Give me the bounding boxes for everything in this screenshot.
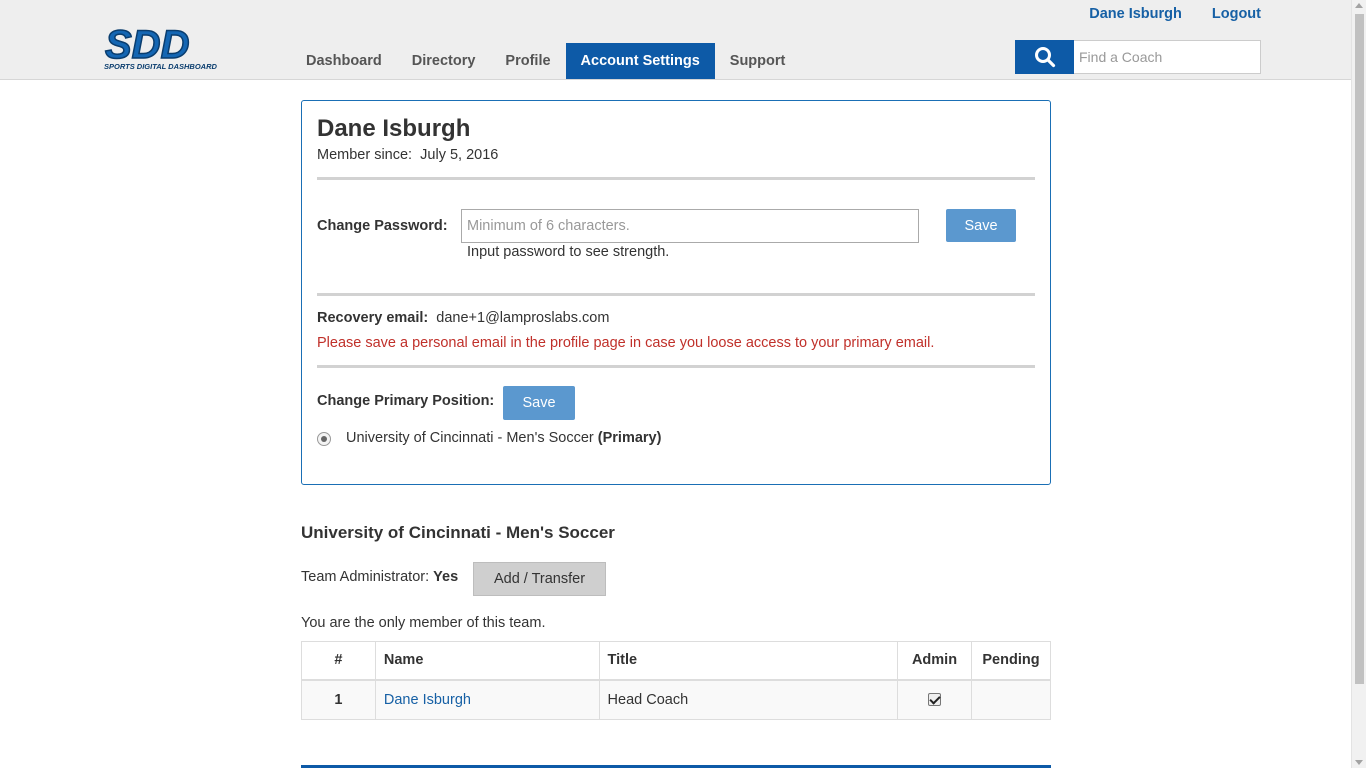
logo-letters: SDD [105, 24, 189, 67]
column-header-pending: Pending [970, 641, 1052, 681]
team-admin-status: Team Administrator: Yes [301, 569, 458, 585]
member-admin-cell [897, 679, 972, 720]
password-input[interactable] [461, 209, 919, 243]
recovery-email-label: Recovery email: [317, 310, 429, 326]
add-transfer-button[interactable]: Add / Transfer [473, 562, 606, 596]
position-name: University of Cincinnati - Men's Soccer [346, 430, 594, 446]
member-since-label: Member since: [317, 147, 413, 163]
nav-directory[interactable]: Directory [397, 43, 491, 79]
user-links: Dane Isburgh Logout [1089, 6, 1261, 22]
nav-account-settings[interactable]: Account Settings [565, 43, 715, 79]
column-header-title: Title [598, 641, 899, 681]
column-header-name: Name [374, 641, 600, 681]
nav-support[interactable]: Support [715, 43, 801, 79]
nav-profile[interactable]: Profile [490, 43, 565, 79]
page-scrollbar[interactable] [1351, 0, 1366, 768]
recovery-email-value: dane+1@lamproslabs.com [436, 310, 610, 326]
column-header-number: # [301, 641, 376, 681]
team-admin-value: Yes [433, 569, 459, 585]
save-position-button[interactable]: Save [503, 386, 575, 420]
divider [317, 293, 1035, 296]
team-admin-label: Team Administrator: [301, 569, 430, 585]
primary-tag: (Primary) [597, 430, 662, 446]
position-option[interactable]: University of Cincinnati - Men's Soccer … [317, 430, 661, 446]
logo-graphic: SDD SPORTS DIGITAL DASHBOARD [104, 24, 218, 71]
column-header-admin: Admin [897, 641, 972, 681]
member-number: 1 [301, 679, 376, 720]
top-header: SDD SPORTS DIGITAL DASHBOARD Dashboard D… [0, 0, 1351, 80]
recovery-warning: Please save a personal email in the prof… [317, 335, 935, 351]
member-name-cell: Dane Isburgh [374, 679, 600, 720]
primary-position-label: Change Primary Position: [317, 393, 495, 409]
search-input[interactable] [1074, 40, 1261, 74]
logo-tagline: SPORTS DIGITAL DASHBOARD [104, 62, 218, 71]
scroll-down-arrow-icon[interactable] [1355, 760, 1363, 765]
scroll-thumb[interactable] [1355, 14, 1364, 684]
save-password-button[interactable]: Save [946, 209, 1016, 242]
table-header-row: # Name Title Admin Pending [301, 641, 1052, 681]
radio-selected-dot [321, 436, 327, 442]
member-title: Head Coach [598, 679, 899, 720]
divider [317, 365, 1035, 368]
logout-link[interactable]: Logout [1212, 6, 1261, 22]
password-strength-text: Input password to see strength. [467, 244, 670, 260]
divider [317, 177, 1035, 180]
table-row: 1 Dane Isburgh Head Coach [301, 679, 1052, 720]
team-members-table: # Name Title Admin Pending 1 Dane Isburg… [301, 641, 1052, 720]
team-member-note: You are the only member of this team. [301, 615, 546, 631]
search-icon [1034, 47, 1055, 68]
member-since-date: July 5, 2016 [420, 147, 499, 163]
coach-search [1015, 40, 1261, 74]
team-title: University of Cincinnati - Men's Soccer [301, 523, 615, 542]
member-since: Member since: July 5, 2016 [317, 147, 498, 163]
member-name-link[interactable]: Dane Isburgh [384, 692, 471, 708]
scroll-up-arrow-icon[interactable] [1355, 3, 1363, 8]
sdd-logo[interactable]: SDD SPORTS DIGITAL DASHBOARD [103, 24, 253, 72]
search-button[interactable] [1015, 40, 1074, 74]
user-profile-link[interactable]: Dane Isburgh [1089, 6, 1182, 22]
recovery-email: Recovery email: dane+1@lamproslabs.com [317, 310, 609, 326]
account-card: Dane Isburgh Member since: July 5, 2016 … [301, 100, 1051, 485]
member-pending [970, 679, 1052, 720]
position-radio[interactable] [317, 432, 331, 446]
change-password-label: Change Password: [317, 218, 448, 234]
admin-checkbox[interactable] [928, 693, 941, 707]
nav-dashboard[interactable]: Dashboard [291, 43, 397, 79]
account-name: Dane Isburgh [317, 115, 471, 142]
main-nav: Dashboard Directory Profile Account Sett… [291, 43, 800, 79]
